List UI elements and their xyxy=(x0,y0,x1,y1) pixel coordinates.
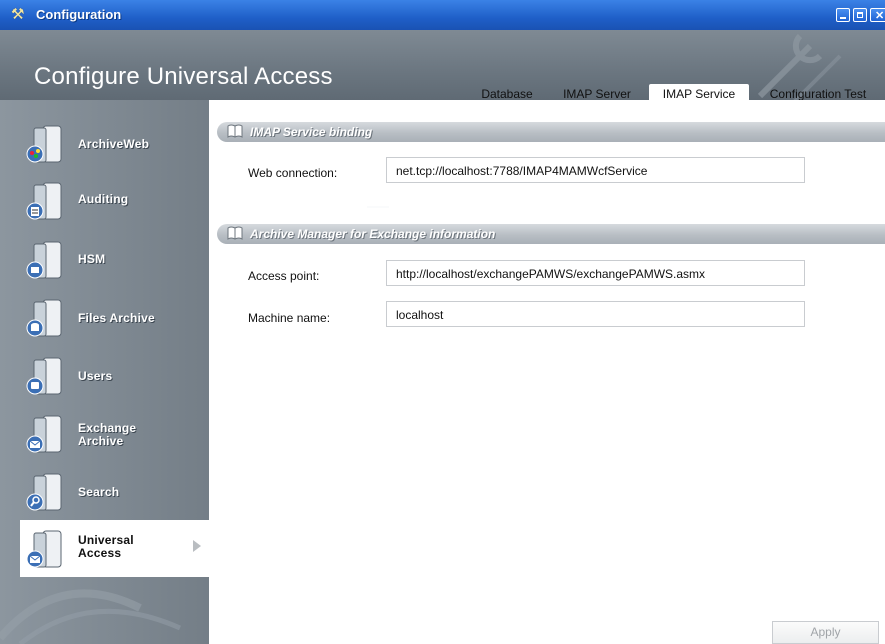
search-icon xyxy=(26,473,62,511)
sidebar-item-archiveweb[interactable]: ArchiveWeb xyxy=(0,118,209,168)
universal-access-icon xyxy=(26,530,62,568)
access-point-label: Access point: xyxy=(248,269,320,283)
window-title: Configuration xyxy=(36,7,122,22)
sidebar-item-universal-access[interactable]: Universal Access xyxy=(20,520,209,577)
close-icon: ✕ xyxy=(875,10,885,22)
sidebar-item-exchange-archive[interactable]: Exchange Archive xyxy=(0,408,209,458)
tools-icon: ⚒ xyxy=(11,6,25,23)
sidebar-item-label: Users xyxy=(78,369,113,383)
machine-name-label: Machine name: xyxy=(248,311,331,325)
sidebar-item-label: ArchiveWeb xyxy=(78,137,150,151)
close-button[interactable]: ✕ xyxy=(870,8,885,22)
sidebar-item-label: Universal Access xyxy=(78,533,134,560)
maximize-button[interactable] xyxy=(853,8,867,22)
book-icon xyxy=(227,124,243,138)
machine-name-field[interactable]: localhost xyxy=(386,301,805,327)
access-point-field[interactable]: http://localhost/exchangePAMWS/exchangeP… xyxy=(386,260,805,286)
minimize-button[interactable] xyxy=(836,8,850,22)
section-title: Archive Manager for Exchange information xyxy=(250,227,496,241)
divider xyxy=(367,206,389,208)
sidebar-item-label: HSM xyxy=(78,252,106,266)
maximize-icon xyxy=(857,12,863,18)
section-title: IMAP Service binding xyxy=(250,125,373,139)
sidebar-item-auditing[interactable]: Auditing xyxy=(0,175,209,225)
users-icon xyxy=(26,357,62,395)
sidebar-item-hsm[interactable]: HSM xyxy=(0,234,209,284)
page-title: Configure Universal Access xyxy=(34,63,333,90)
sidebar-item-label: Exchange Archive xyxy=(78,421,137,448)
book-icon xyxy=(227,226,243,240)
sidebar: ArchiveWeb Auditing HSM Files Archive Us… xyxy=(0,100,209,644)
section-header-imap-service-binding: IMAP Service binding xyxy=(217,122,885,142)
chevron-right-icon xyxy=(193,540,201,552)
sidebar-item-files-archive[interactable]: Files Archive xyxy=(0,292,209,342)
web-connection-field[interactable]: net.tcp://localhost:7788/IMAP4MAMWcfServ… xyxy=(386,157,805,183)
hsm-icon xyxy=(26,241,62,279)
sidebar-item-label: Auditing xyxy=(78,192,129,206)
content-panel: IMAP Service binding Web connection: net… xyxy=(209,100,885,644)
sidebar-item-search[interactable]: Search xyxy=(0,466,209,516)
header-band: Configure Universal Access xyxy=(0,30,885,103)
apply-button[interactable]: Apply xyxy=(772,621,879,644)
configuration-window: ⚒ Configuration ✕ Configure Universal Ac… xyxy=(0,0,885,644)
files-archive-icon xyxy=(26,299,62,337)
sidebar-item-users[interactable]: Users xyxy=(0,350,209,400)
archiveweb-icon xyxy=(26,125,62,163)
auditing-icon xyxy=(26,182,62,220)
sidebar-item-label: Search xyxy=(78,485,120,499)
exchange-archive-icon xyxy=(26,415,62,453)
section-header-amfe-information: Archive Manager for Exchange information xyxy=(217,224,885,244)
minimize-icon xyxy=(840,17,846,19)
web-connection-label: Web connection: xyxy=(248,166,338,180)
sidebar-item-label: Files Archive xyxy=(78,311,155,325)
